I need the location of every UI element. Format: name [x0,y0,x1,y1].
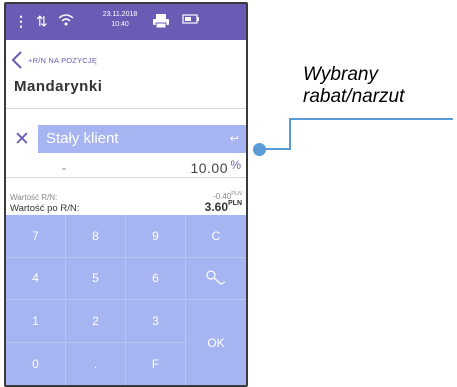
discount-amount-currency: PLN [231,191,242,197]
menu-dots-icon[interactable]: ⋮ [14,13,28,29]
callout-text: Wybrany rabat/narzut [303,64,404,108]
value-after-currency: PLN [228,200,242,207]
clock: 23.11.2018 10:40 [100,10,140,30]
chevron-left-icon[interactable] [10,50,24,70]
key-ok[interactable]: OK [186,300,246,385]
close-icon[interactable]: ✕ [14,129,30,151]
discount-row: ✕ Stały klient ↩ - 10.00 % [6,109,246,178]
enter-icon: ↩ [229,133,239,145]
device-screen: ⋮ ⇅ 23.11.2018 10:40 +R/N NA POZYCJĘ Man… [4,2,248,387]
data-transfer-icon: ⇅ [36,13,48,29]
key-2[interactable]: 2 [66,300,126,343]
callout-line1: Wybrany [303,64,378,85]
callout-line-top [289,118,453,120]
callout-line-vertical [289,118,291,150]
key-3[interactable]: 3 [126,300,186,343]
discount-amount-label: Wartość R/N: [10,193,58,202]
key-5[interactable]: 5 [66,257,126,300]
key-discount[interactable] [186,258,246,300]
key-1[interactable]: 1 [6,300,66,343]
value-after: 3.60PLN [205,200,242,214]
key-4[interactable]: 4 [6,257,66,300]
key-9[interactable]: 9 [126,215,186,258]
discount-name: Stały klient [46,130,119,147]
page-subtitle: +R/N NA POZYCJĘ [28,56,98,65]
callout-line-horizontal [264,148,290,150]
battery-icon [182,14,199,24]
status-date: 23.11.2018 [102,11,138,18]
key-8[interactable]: 8 [66,215,126,258]
discount-sign: - [62,161,66,175]
key-0[interactable]: 0 [6,342,66,385]
discount-unit: % [230,158,241,172]
value-after-amount: 3.60 [204,200,228,214]
wifi-icon [58,14,74,26]
key-7[interactable]: 7 [6,215,66,258]
summary: Wartość R/N: Wartość po R/N: -0.40PLN 3.… [6,178,246,215]
key-f[interactable]: F [126,342,186,385]
page-header: +R/N NA POZYCJĘ Mandarynki [6,40,246,109]
printer-icon [153,14,169,29]
key-dot[interactable]: . [66,342,126,385]
key-clear[interactable]: C [186,215,246,258]
key-6[interactable]: 6 [126,257,186,300]
discount-selector[interactable]: Stały klient ↩ [38,125,246,153]
product-name: Mandarynki [14,78,103,95]
status-bar: ⋮ ⇅ 23.11.2018 10:40 [6,4,246,40]
keypad: 7 8 9 C 4 5 6 1 2 3 OK 0 . F [6,215,246,385]
callout-line2: rabat/narzut [303,86,405,107]
discount-key-icon [206,270,226,285]
value-after-label: Wartość po R/N: [10,203,80,214]
status-time: 10:40 [111,21,129,28]
discount-value[interactable]: 10.00 [190,160,228,176]
